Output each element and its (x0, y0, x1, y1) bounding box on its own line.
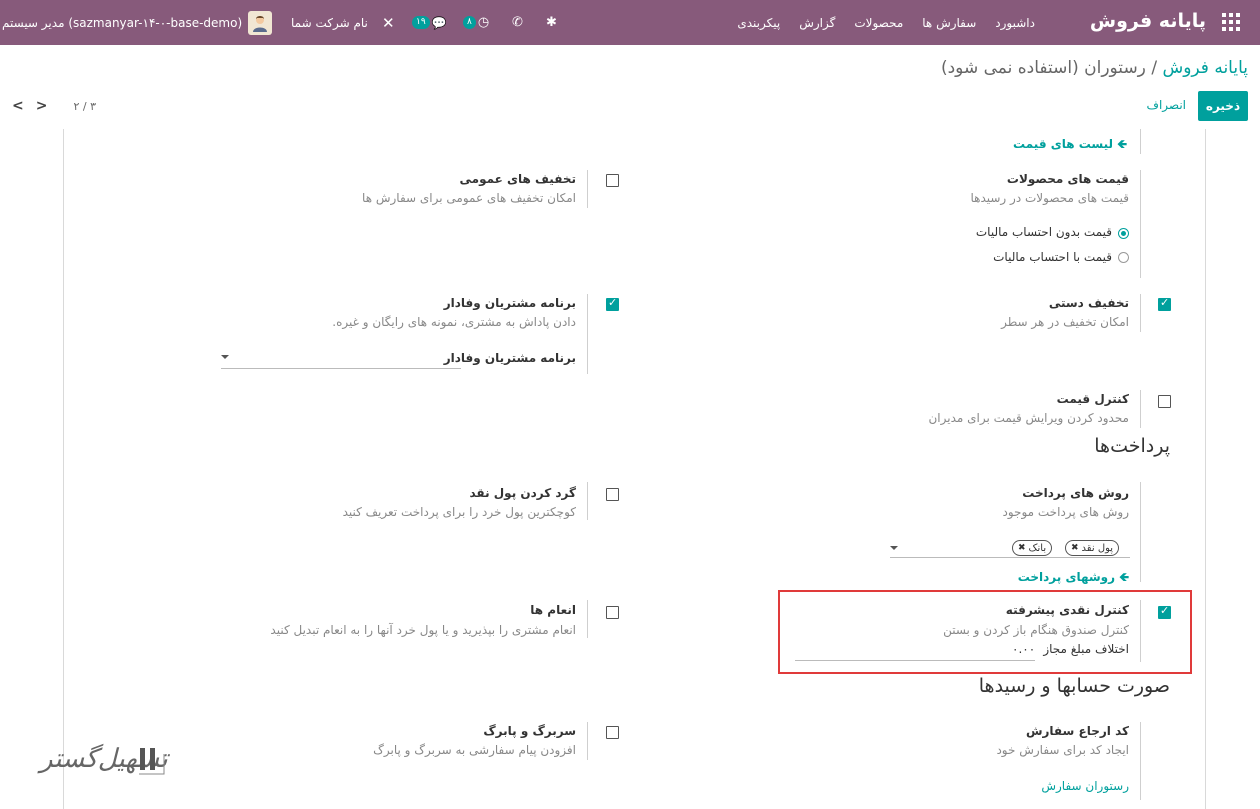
watermark-mark-icon (138, 744, 166, 782)
user-name: مدیر سیستم (sazmanyar-۱۴-۰-base-demo) (2, 15, 243, 30)
user-avatar (248, 10, 273, 35)
avatar-icon (253, 15, 268, 32)
breadcrumb-current: رستوران (استفاده نمی شود) (940, 58, 1146, 78)
header-footer-desc: افزودن پیام سفارشی به سربرگ و پابرگ (373, 743, 576, 757)
breadcrumb: پایانه فروش / رستوران (استفاده نمی شود) (941, 58, 1248, 78)
order-reference-title: کد ارجاع سفارش (1025, 724, 1129, 738)
cash-rounding-title: گرد کردن پول نقد (469, 486, 577, 500)
payment-tag-cash[interactable]: پول نقد ✖ (1065, 540, 1120, 556)
price-control-title: کنترل قیمت (1056, 392, 1129, 406)
messaging-menu[interactable]: ۱۹ 💬 (412, 0, 447, 45)
header-footer-title: سربرگ و پابرگ (483, 724, 576, 738)
separator (587, 482, 588, 520)
clock-icon: ◷ (477, 15, 490, 30)
separator (587, 600, 588, 638)
tips-title: انعام ها (530, 603, 576, 617)
messages-badge: ۱۹ (412, 16, 430, 29)
separator (1140, 722, 1141, 800)
separator (587, 170, 588, 208)
separator (1140, 482, 1141, 582)
order-reference-desc: ایجاد کد برای سفارش خود (996, 743, 1129, 757)
payment-methods-link[interactable]: 🡸 روشهای پرداخت (1018, 568, 1129, 589)
chat-icon: 💬 (431, 15, 447, 30)
watermark-logo: تسهیل‌گستر (36, 738, 168, 788)
pager: < > ۲ / ۳ (12, 98, 96, 114)
company-switcher[interactable]: نام شرکت شما (291, 0, 368, 45)
loyalty-program-select[interactable] (221, 368, 461, 369)
loyalty-title: برنامه مشتریان وفادار (443, 296, 576, 310)
separator (587, 722, 588, 760)
loyalty-field-label: برنامه مشتریان وفادار (443, 351, 576, 365)
price-tax-excluded-label[interactable]: قیمت بدون احتساب مالیات (976, 225, 1112, 239)
bug-icon[interactable]: ✱ (546, 0, 557, 45)
bills-section-title: صورت حسابها و رسیدها (978, 675, 1170, 697)
payment-tag-bank[interactable]: بانک ✖ (1012, 540, 1053, 556)
manual-discount-checkbox[interactable] (1158, 296, 1171, 311)
order-reference-value[interactable]: رستوران سفارش (1041, 779, 1129, 793)
menu-dashboard[interactable]: داشبورد (995, 16, 1035, 30)
manual-discount-desc: امکان تخفیف در هر سطر (1001, 315, 1129, 329)
app-brand[interactable]: پایانه فروش (1090, 10, 1206, 32)
global-discounts-checkbox[interactable] (606, 174, 619, 187)
payments-section-title: پرداخت‌ها (1094, 435, 1170, 457)
systray: مدیر سیستم (sazmanyar-۱۴-۰-base-demo) نا… (0, 0, 570, 45)
menu-orders[interactable]: سفارش ها (922, 16, 976, 30)
cash-rounding-desc: کوچکترین پول خرد را برای پرداخت تعریف کن… (342, 505, 576, 519)
tips-checkbox[interactable] (606, 606, 619, 619)
apps-menu-icon[interactable] (1222, 13, 1240, 31)
price-tax-included-radio[interactable] (1118, 252, 1129, 263)
debug-tools-icon[interactable]: ✕ (382, 0, 395, 45)
separator (587, 294, 588, 374)
tips-desc: انعام مشتری را بپذیرید و یا پول خرد آنها… (270, 623, 576, 637)
loyalty-checkbox[interactable] (606, 296, 619, 311)
activity-badge: ۸ (463, 16, 476, 29)
payment-methods-input[interactable] (890, 557, 1130, 558)
activity-menu[interactable]: ۸ ◷ (463, 0, 489, 45)
discard-button[interactable]: انصراف (1147, 98, 1186, 112)
menu-reporting[interactable]: گزارش (799, 16, 835, 30)
menu-configuration[interactable]: پیکربندی (737, 16, 780, 30)
separator (1140, 294, 1141, 332)
main-menu: داشبورد سفارش ها محصولات گزارش پیکربندی (737, 0, 1035, 45)
payment-methods-title: روش های پرداخت (1022, 486, 1129, 500)
save-button[interactable]: ذخیره (1198, 91, 1248, 121)
caret-down-icon[interactable] (221, 355, 229, 359)
global-discounts-title: تخفیف های عمومی (459, 172, 577, 186)
separator (1140, 390, 1141, 428)
user-menu[interactable]: مدیر سیستم (sazmanyar-۱۴-۰-base-demo) (2, 0, 273, 45)
price-tax-excluded-radio[interactable] (1118, 228, 1129, 239)
separator (1140, 129, 1141, 154)
pager-previous-icon[interactable]: < (12, 98, 24, 114)
caret-down-icon[interactable] (890, 546, 898, 550)
menu-products[interactable]: محصولات (854, 16, 903, 30)
price-control-desc: محدود کردن ویرایش قیمت برای مدیران (928, 411, 1129, 425)
loyalty-desc: دادن پاداش به مشتری، نمونه های رایگان و … (332, 315, 576, 329)
breadcrumb-root[interactable]: پایانه فروش (1162, 58, 1248, 78)
pager-value[interactable]: ۲ / ۳ (73, 100, 96, 113)
manual-discount-title: تخفیف دستی (1048, 296, 1129, 310)
remove-tag-icon[interactable]: ✖ (1071, 543, 1079, 553)
global-discounts-desc: امکان تخفیف های عمومی برای سفارش ها (362, 191, 576, 205)
separator (1140, 170, 1141, 278)
pricelists-link[interactable]: 🡸 لیست های قیمت (1013, 135, 1127, 156)
phone-icon[interactable]: ✆ (512, 0, 523, 45)
arrow-right-icon: 🡸 (1119, 570, 1129, 584)
arrow-right-icon: 🡸 (1117, 137, 1127, 151)
breadcrumb-separator: / (1151, 58, 1158, 78)
product-prices-title: قیمت های محصولات (1006, 172, 1129, 186)
pager-next-icon[interactable]: > (36, 98, 48, 114)
top-navbar: پایانه فروش داشبورد سفارش ها محصولات گزا… (0, 0, 1260, 45)
price-tax-included-label[interactable]: قیمت با احتساب مالیات (993, 250, 1112, 264)
product-prices-desc: قیمت های محصولات در رسیدها (970, 191, 1129, 205)
highlight-box (778, 590, 1192, 674)
header-footer-checkbox[interactable] (606, 726, 619, 739)
payment-methods-desc: روش های پرداخت موجود (1002, 505, 1130, 519)
company-name: نام شرکت شما (291, 15, 368, 30)
cash-rounding-checkbox[interactable] (606, 488, 619, 501)
remove-tag-icon[interactable]: ✖ (1018, 543, 1026, 553)
price-control-checkbox[interactable] (1158, 395, 1171, 408)
